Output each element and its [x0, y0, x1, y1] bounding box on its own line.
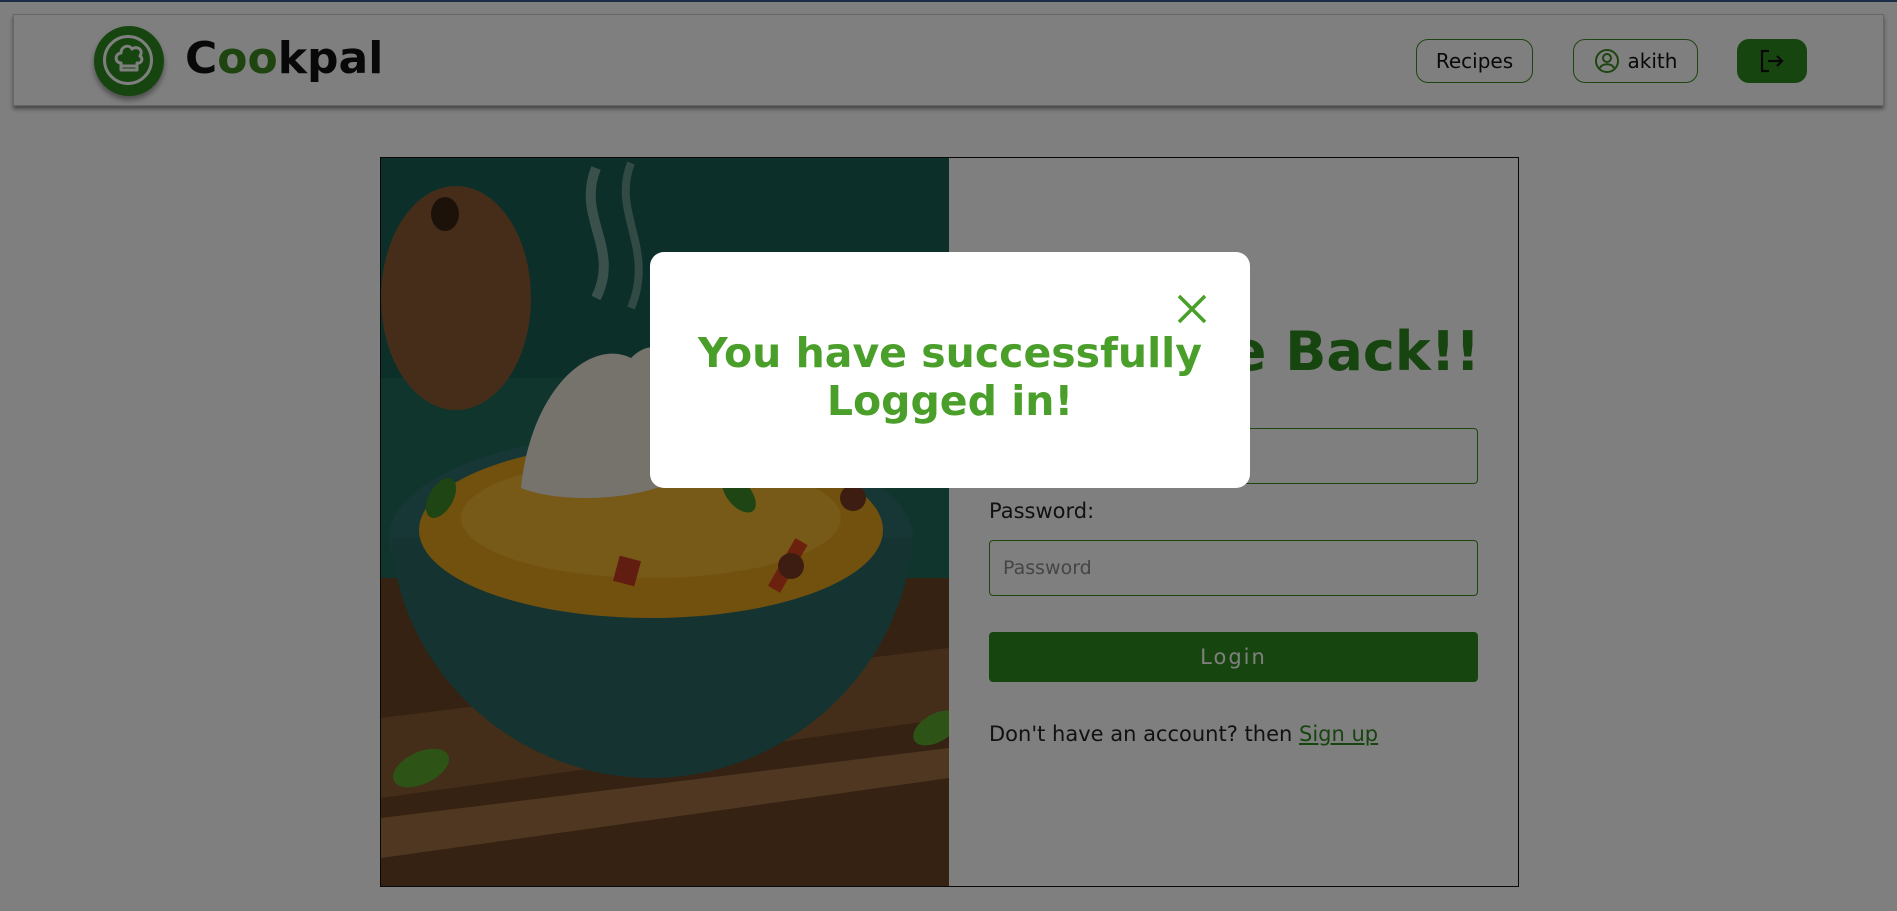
success-modal: You have successfully Logged in!: [650, 252, 1250, 488]
success-message-line-1: You have successfully: [698, 329, 1202, 377]
close-icon[interactable]: [1175, 292, 1209, 326]
success-message: You have successfully Logged in!: [690, 329, 1210, 425]
success-message-line-2: Logged in!: [826, 377, 1074, 425]
